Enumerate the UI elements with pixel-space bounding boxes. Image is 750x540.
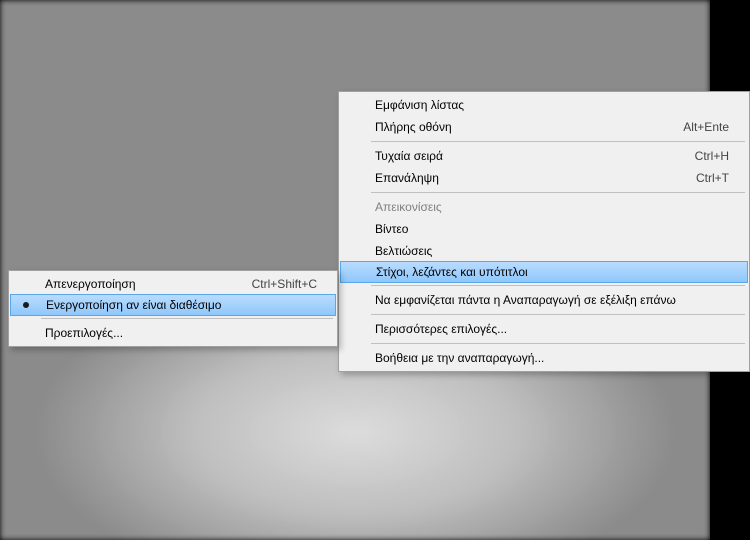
menu-separator (371, 192, 745, 193)
menu-label: Στίχοι, λεζάντες και υπότιτλοι (370, 265, 730, 279)
menu-item-subtitles-defaults[interactable]: Προεπιλογές... (11, 322, 335, 344)
menu-item-video[interactable]: Βίντεο (341, 218, 747, 240)
menu-label: Περισσότερες επιλογές... (369, 322, 729, 336)
menu-item-more-options[interactable]: Περισσότερες επιλογές... (341, 318, 747, 340)
menu-item-help-playback[interactable]: Βοήθεια με την αναπαραγωγή... (341, 347, 747, 369)
menu-item-shuffle[interactable]: Τυχαία σειρά Ctrl+H (341, 145, 747, 167)
menu-shortcut: Ctrl+H (695, 149, 729, 163)
menu-label: Να εμφανίζεται πάντα η Αναπαραγωγή σε εξ… (369, 293, 729, 307)
menu-item-repeat[interactable]: Επανάληψη Ctrl+T (341, 167, 747, 189)
menu-label: Απενεργοποίηση (39, 277, 212, 291)
menu-item-enhancements[interactable]: Βελτιώσεις (341, 240, 747, 262)
menu-label: Εμφάνιση λίστας (369, 98, 729, 112)
context-menu-main: Εμφάνιση λίστας Πλήρης οθόνη Alt+Ente Τυ… (338, 91, 750, 372)
menu-item-subtitles-off[interactable]: Απενεργοποίηση Ctrl+Shift+C (11, 273, 335, 295)
menu-item-always-show-now-playing[interactable]: Να εμφανίζεται πάντα η Αναπαραγωγή σε εξ… (341, 289, 747, 311)
menu-item-fullscreen[interactable]: Πλήρης οθόνη Alt+Ente (341, 116, 747, 138)
context-menu-subtitles: Απενεργοποίηση Ctrl+Shift+C Ενεργοποίηση… (8, 270, 338, 347)
menu-shortcut: Ctrl+T (696, 171, 729, 185)
menu-item-subtitles-on-if-available[interactable]: Ενεργοποίηση αν είναι διαθέσιμο (10, 294, 336, 316)
radio-dot-icon (23, 302, 29, 308)
menu-label: Επανάληψη (369, 171, 656, 185)
menu-separator (371, 285, 745, 286)
menu-item-show-list[interactable]: Εμφάνιση λίστας (341, 94, 747, 116)
menu-label: Τυχαία σειρά (369, 149, 655, 163)
menu-label: Βελτιώσεις (369, 244, 729, 258)
menu-item-lyrics-captions-subtitles[interactable]: Στίχοι, λεζάντες και υπότιτλοι (340, 261, 748, 283)
menu-label: Πλήρης οθόνη (369, 120, 643, 134)
menu-label: Προεπιλογές... (39, 326, 317, 340)
menu-shortcut: Alt+Ente (683, 120, 729, 134)
menu-label: Βίντεο (369, 222, 729, 236)
menu-separator (41, 318, 333, 319)
menu-item-visualizations: Απεικονίσεις (341, 196, 747, 218)
menu-separator (371, 343, 745, 344)
menu-label: Βοήθεια με την αναπαραγωγή... (369, 351, 729, 365)
menu-label: Ενεργοποίηση αν είναι διαθέσιμο (40, 298, 318, 312)
menu-separator (371, 141, 745, 142)
menu-separator (371, 314, 745, 315)
menu-shortcut: Ctrl+Shift+C (252, 277, 317, 291)
menu-label: Απεικονίσεις (369, 200, 729, 214)
menu-gutter (11, 302, 40, 308)
